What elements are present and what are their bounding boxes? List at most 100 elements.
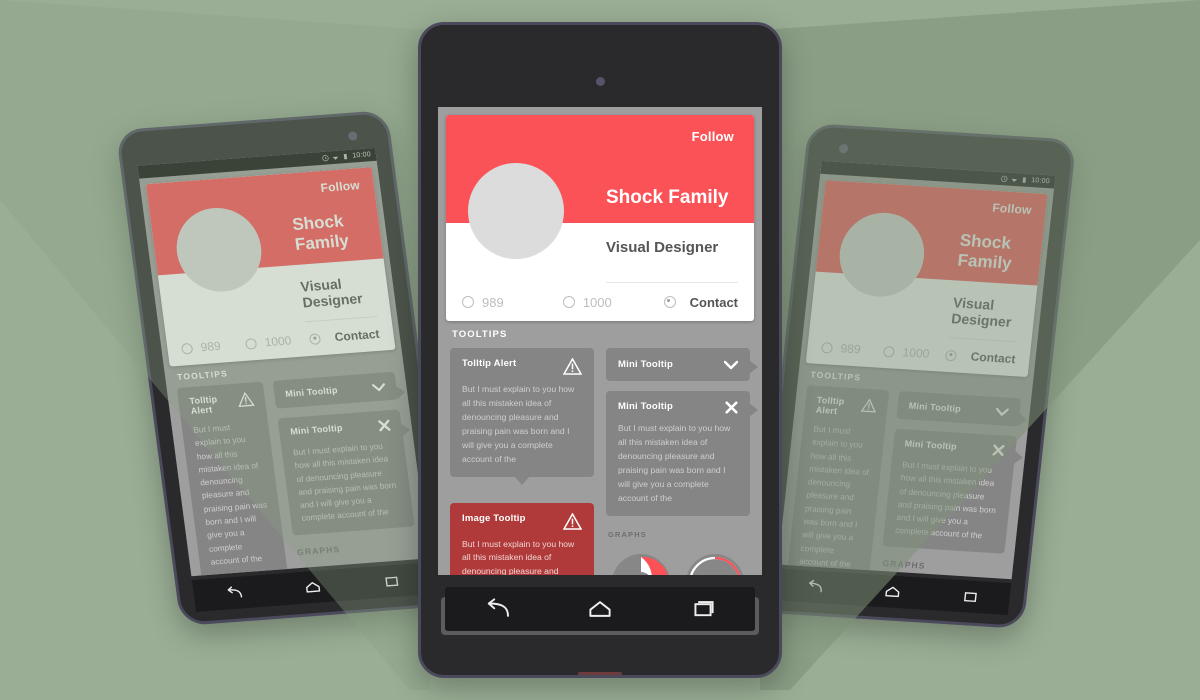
tooltip-mini-expanded[interactable]: Mini Tooltip But I must explain to you h… xyxy=(277,409,415,536)
close-icon[interactable] xyxy=(378,419,392,432)
profile-card: Follow Shock Family Visual Designer 989 xyxy=(805,180,1048,378)
tooltip-mini-collapsed[interactable]: Mini Tooltip xyxy=(606,348,758,381)
tooltip-image[interactable]: Image Tooltip But I must explain to you … xyxy=(450,502,594,575)
tooltip-mini-expanded-title: Mini Tooltip xyxy=(904,438,958,452)
tooltip-mini-expanded-body: But I must explain to you how all this m… xyxy=(894,460,997,541)
graphs-section-label: GRAPHS xyxy=(608,529,647,539)
gear-icon xyxy=(663,296,676,308)
facebook-icon xyxy=(883,345,896,358)
tooltip-alert-body: But I must explain to you how all this m… xyxy=(462,384,575,464)
tooltips-section-label: TOOLTIPS xyxy=(452,329,508,340)
profile-name: Shock Family xyxy=(606,187,729,208)
status-time: 10:00 xyxy=(351,151,372,160)
stat-facebook[interactable]: 1000 xyxy=(244,332,311,351)
profile-role: Visual Designer xyxy=(606,239,719,256)
back-icon[interactable] xyxy=(805,579,824,594)
warning-triangle-icon xyxy=(563,358,582,375)
chevron-down-icon[interactable] xyxy=(724,360,738,370)
tooltip-mini-expanded-title: Mini Tooltip xyxy=(618,401,673,412)
donut-filled: 70% xyxy=(611,553,671,575)
alarm-icon xyxy=(322,154,330,162)
stat-facebook-value: 1000 xyxy=(582,294,612,310)
tooltip-mini-collapsed[interactable]: Mini Tooltip xyxy=(896,390,1028,427)
tooltip-image-head: Image Tooltip xyxy=(462,512,582,530)
follow-button[interactable]: Follow xyxy=(992,201,1033,217)
donut-filled-label: 70% xyxy=(611,553,671,575)
divider xyxy=(606,282,738,283)
tooltip-pointer-right xyxy=(400,422,412,438)
graphs-section-label: GRAPHS xyxy=(882,557,927,571)
stat-twitter[interactable]: 989 xyxy=(820,340,885,358)
follow-button[interactable]: Follow xyxy=(320,178,361,195)
tooltip-pointer-right xyxy=(395,384,407,400)
recents-icon[interactable] xyxy=(688,598,718,620)
camera-dot xyxy=(838,143,849,154)
recents-icon[interactable] xyxy=(382,574,402,589)
facebook-icon xyxy=(562,296,575,308)
tooltip-pointer-right xyxy=(749,403,758,417)
contact-label: Contact xyxy=(333,326,381,345)
navigation-bar xyxy=(445,587,755,631)
home-icon[interactable] xyxy=(883,584,902,599)
tooltip-mini-expanded-body: But I must explain to you how all this m… xyxy=(618,423,731,503)
profile-stats: 989 1000 Contact xyxy=(446,283,754,321)
tooltip-mini-collapsed[interactable]: Mini Tooltip xyxy=(272,371,407,409)
tooltip-alert-body: But I must explain to you how all this m… xyxy=(798,424,870,569)
home-icon[interactable] xyxy=(585,598,615,620)
profile-role: Visual Designer xyxy=(299,275,364,311)
tooltip-mini-expanded[interactable]: Mini Tooltip But I must explain to you h… xyxy=(882,428,1024,554)
scene: 10:00 Follow Shock Family Visual Designe… xyxy=(0,0,1200,700)
wifi-icon xyxy=(1012,178,1018,183)
device-bezel: 10:00 Follow Shock Family Visual Designe… xyxy=(755,123,1077,629)
tooltip-pointer-down xyxy=(514,475,530,485)
alarm-icon xyxy=(1001,175,1008,183)
tooltips-column-right: Mini Tooltip Mini Tooltip But I must exp… xyxy=(272,371,430,577)
close-icon[interactable] xyxy=(992,444,1005,457)
tooltip-alert[interactable]: Tolltip Alert But I must explain to you … xyxy=(786,385,890,580)
profile-card: Follow Shock Family Visual Designer 989 xyxy=(145,167,396,367)
gear-icon xyxy=(309,332,322,345)
tooltip-mini-expanded[interactable]: Mini Tooltip But I must explain to you h… xyxy=(606,391,758,516)
tooltip-mini-expanded-head: Mini Tooltip xyxy=(904,438,1005,457)
tooltips-area: Tolltip Alert But I must explain to you … xyxy=(167,371,430,577)
back-icon[interactable] xyxy=(482,598,512,620)
graphs-area: 70% 70% xyxy=(606,551,750,575)
status-time: 10:00 xyxy=(1030,177,1051,186)
tooltips-column-left: Tolltip Alert But I must explain to you … xyxy=(778,385,890,580)
twitter-icon xyxy=(180,342,194,355)
device-bezel: Follow Shock Family Visual Designer 989 xyxy=(418,22,782,678)
tooltips-area: Tolltip Alert But I must explain to you … xyxy=(438,348,762,575)
tooltip-alert-head: Tolltip Alert xyxy=(189,391,256,416)
tooltip-alert[interactable]: Tolltip Alert But I must explain to you … xyxy=(176,381,288,577)
tooltips-column-right: Mini Tooltip Mini Tooltip But I must exp… xyxy=(606,348,758,575)
stat-twitter[interactable]: 989 xyxy=(462,295,563,310)
tooltip-alert-body: But I must explain to you how all this m… xyxy=(192,423,268,567)
home-icon[interactable] xyxy=(303,579,323,594)
donut-ring: 70% xyxy=(685,553,745,575)
back-icon[interactable] xyxy=(224,585,244,600)
stat-twitter[interactable]: 989 xyxy=(180,337,247,356)
tooltip-alert[interactable]: Tolltip Alert But I must explain to you … xyxy=(450,348,594,485)
contact-action[interactable]: Contact xyxy=(945,348,1016,366)
close-icon[interactable] xyxy=(725,401,738,414)
tooltip-pointer-right xyxy=(749,360,758,374)
speaker-notch xyxy=(578,672,622,675)
warning-triangle-icon xyxy=(563,512,582,530)
stat-facebook[interactable]: 1000 xyxy=(562,294,664,310)
stat-facebook[interactable]: 1000 xyxy=(883,344,947,362)
battery-icon xyxy=(1023,177,1027,183)
recents-icon[interactable] xyxy=(961,589,980,604)
device-center: Follow Shock Family Visual Designer 989 xyxy=(418,22,782,678)
chevron-down-icon[interactable] xyxy=(371,382,386,392)
chevron-down-icon[interactable] xyxy=(995,407,1009,417)
avatar[interactable] xyxy=(468,163,564,259)
wifi-icon xyxy=(333,156,339,160)
warning-triangle-icon xyxy=(860,398,877,413)
stat-twitter-value: 989 xyxy=(482,294,504,310)
device-left: 10:00 Follow Shock Family Visual Designe… xyxy=(115,109,453,627)
profile-name: Shock Family xyxy=(291,211,351,254)
screen-right: 10:00 Follow Shock Family Visual Designe… xyxy=(777,160,1056,580)
contact-action[interactable]: Contact xyxy=(309,327,380,346)
contact-action[interactable]: Contact xyxy=(663,295,738,310)
follow-button[interactable]: Follow xyxy=(692,129,734,144)
